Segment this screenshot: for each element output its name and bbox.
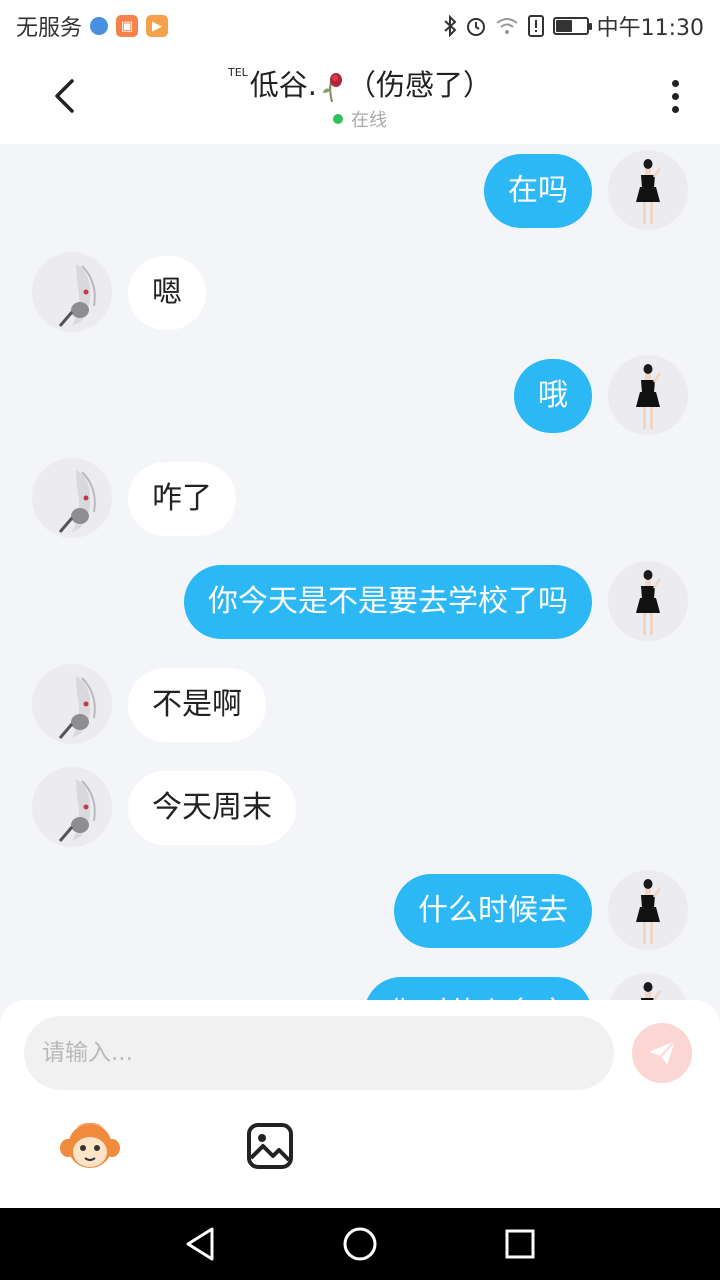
contact-name: TEL低谷. （伤感了） [0,62,720,104]
image-picker-button[interactable] [246,1122,294,1170]
online-dot [333,114,343,124]
message-bubble[interactable]: 什么时候去 [394,874,592,948]
message-row: 在吗 [0,150,720,230]
status-left: 无服务 ▣ ▶ [16,10,169,42]
network-app-icon [90,17,109,35]
send-button[interactable] [632,1023,692,1083]
message-bubble[interactable]: 你今天是不是要去学校了吗 [184,565,592,639]
title-area: TEL低谷. （伤感了） 在线 [0,62,720,132]
my-avatar[interactable] [608,355,688,435]
message-row: 今天周末 [0,767,720,847]
more-options-button[interactable] [660,76,690,116]
nav-back-button[interactable] [182,1226,218,1262]
clock-text: 中午11:30 [596,16,704,41]
sim-alert-icon [527,15,545,37]
more-vertical-icon [671,79,679,87]
square-recents-icon [505,1229,535,1259]
message-bubble[interactable]: 咋了 [128,462,236,536]
message-bubble[interactable]: 哦 [514,359,592,433]
nav-recents-button[interactable] [502,1226,538,1262]
message-row: 什么时候去 [0,870,720,950]
message-bubble[interactable]: 嗯 [128,256,206,330]
app-notification-icon: ▣ [116,15,139,37]
contact-avatar[interactable] [32,252,112,332]
my-avatar[interactable] [608,870,688,950]
system-nav-bar [0,1208,720,1280]
chat-header: TEL低谷. （伤感了） 在线 [0,52,720,144]
contact-avatar[interactable] [32,458,112,538]
message-list[interactable]: 在吗 嗯 哦 咋了 你今天是不是要去学校了吗 不是啊 今天周末 什么时候去 你叫… [0,144,720,1004]
message-bubble[interactable]: 今天周末 [128,771,296,845]
online-status: 在线 [333,106,387,132]
image-icon [247,1123,293,1169]
message-input[interactable] [24,1016,614,1090]
my-avatar[interactable] [608,561,688,641]
video-app-icon: ▶ [146,15,169,37]
contact-avatar[interactable] [32,664,112,744]
message-bubble[interactable]: 不是啊 [128,668,266,742]
contact-avatar[interactable] [32,767,112,847]
battery-icon [552,17,592,35]
alarm-icon [465,15,487,37]
message-row: 哦 [0,355,720,435]
carrier-text: 无服务 [16,16,83,41]
message-bubble[interactable]: 在吗 [484,154,592,228]
composer-panel [0,1000,720,1208]
online-status-text: 在线 [351,110,387,131]
message-row: 你今天是不是要去学校了吗 [0,561,720,641]
status-bar: 无服务 ▣ ▶ 中午11:30 [0,0,720,52]
my-avatar[interactable] [608,150,688,230]
status-right: 中午11:30 [443,10,704,42]
contact-name-suffix: （伤感了） [347,68,493,102]
nav-home-button[interactable] [342,1226,378,1262]
bluetooth-icon [443,15,457,37]
wifi-icon [495,16,519,36]
message-row: 咋了 [0,458,720,538]
circle-home-icon [343,1227,377,1261]
monkey-emoji-icon [60,1122,120,1168]
emoji-button[interactable] [58,1118,122,1174]
contact-name-prefix: 低谷. [249,68,317,102]
wilted-rose-icon [319,71,345,103]
message-row: 嗯 [0,252,720,332]
message-row: 不是啊 [0,664,720,744]
tel-tag: TEL [227,66,248,79]
triangle-back-icon [186,1227,214,1261]
paper-plane-icon [649,1040,676,1065]
